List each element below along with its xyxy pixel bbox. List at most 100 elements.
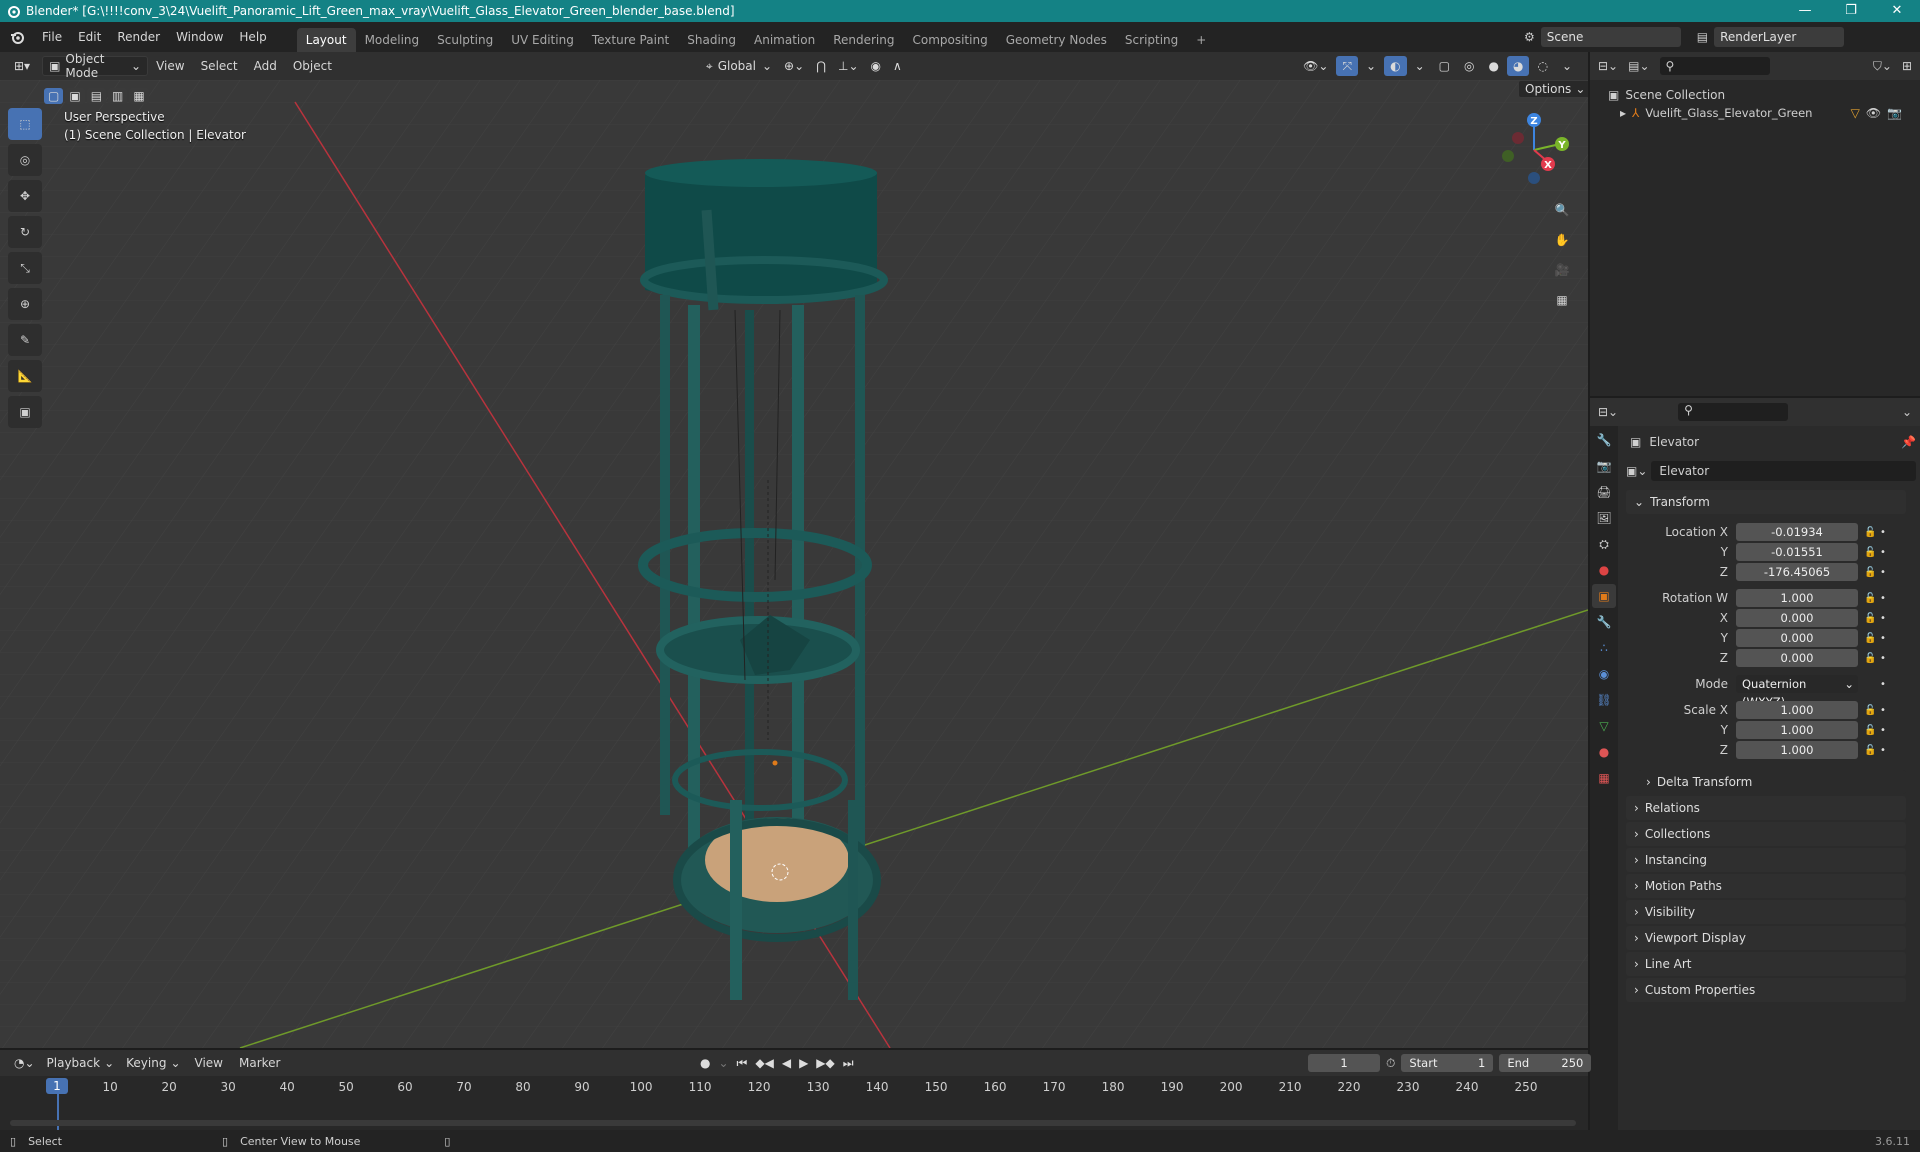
tab-physics[interactable]: ◉ xyxy=(1592,662,1616,686)
playhead[interactable]: 1 xyxy=(46,1078,68,1094)
select-subtract-button[interactable]: ▤ xyxy=(86,88,107,104)
shading-dropdown[interactable]: ⌄ xyxy=(1556,56,1578,76)
gizmo-neg-z-icon[interactable] xyxy=(1528,172,1540,184)
jump-start-icon[interactable]: ⏮ xyxy=(737,1056,748,1071)
keyframe-dot-icon[interactable]: • xyxy=(1880,593,1890,604)
proportional-toggle[interactable]: ◉ xyxy=(865,56,887,76)
gizmo-dropdown[interactable]: ⌄ xyxy=(1360,56,1382,76)
tab-scene[interactable]: ⛭ xyxy=(1592,532,1616,556)
scene-selector[interactable]: Scene xyxy=(1540,27,1681,47)
rotation-mode-dropdown[interactable]: Quaternion (WXYZ) ⌄ xyxy=(1736,675,1858,709)
gizmo-neg-x-icon[interactable] xyxy=(1512,132,1524,144)
tab-texture[interactable]: ▦ xyxy=(1592,766,1616,790)
view-layer-selector[interactable]: RenderLayer xyxy=(1714,27,1845,47)
editor-type-icon[interactable]: ⊟⌄ xyxy=(1598,59,1618,73)
lock-icon[interactable]: 🔓 xyxy=(1864,653,1880,664)
location-y-field[interactable]: -0.01551 xyxy=(1736,543,1858,561)
keyframe-dot-icon[interactable]: • xyxy=(1880,547,1890,558)
outliner-root[interactable]: ▣ Scene Collection xyxy=(1590,80,1920,102)
tab-material[interactable]: ● xyxy=(1592,740,1616,764)
tab-geometry-nodes[interactable]: Geometry Nodes xyxy=(997,28,1116,52)
keyframe-dot-icon[interactable]: • xyxy=(1880,725,1890,736)
3d-viewport[interactable]: ⬚ ◎ ✥ ↻ ⤡ ⊕ ✎ 📐 ▣ ▢ ▣ ▤ ▥ ▦ User Perspec… xyxy=(0,80,1588,1048)
lock-icon[interactable]: 🔓 xyxy=(1864,725,1880,736)
cursor-tool[interactable]: ◎ xyxy=(8,144,42,176)
select-intersect-button[interactable]: ▦ xyxy=(129,88,149,104)
tab-rendering[interactable]: Rendering xyxy=(824,28,903,52)
outliner-item[interactable]: ▸ ⅄ Vuelift_Glass_Elevator_Green ▽ 👁 📷 xyxy=(1590,102,1920,120)
menu-file[interactable]: File xyxy=(34,22,70,52)
viewport-menu-add[interactable]: Add xyxy=(246,51,285,81)
keyframe-dot-icon[interactable]: • xyxy=(1880,527,1890,538)
blender-menu-icon[interactable] xyxy=(0,29,34,45)
line-art-panel-header[interactable]: › Line Art xyxy=(1626,952,1906,976)
keyframe-dot-icon[interactable]: • xyxy=(1880,679,1890,690)
tab-texture-paint[interactable]: Texture Paint xyxy=(583,28,678,52)
rotation-z-field[interactable]: 0.000 xyxy=(1736,649,1858,667)
prev-keyframe-icon[interactable]: ◆◀ xyxy=(755,1056,773,1070)
object-name-field[interactable]: Elevator xyxy=(1651,461,1916,481)
rendered-shading[interactable]: ◌ xyxy=(1531,56,1553,76)
menu-edit[interactable]: Edit xyxy=(70,22,109,52)
lock-icon[interactable]: 🔓 xyxy=(1864,745,1880,756)
lock-icon[interactable]: 🔓 xyxy=(1864,547,1880,558)
snap-toggle[interactable]: ⋂ xyxy=(810,56,832,76)
tab-tool[interactable]: 🔧 xyxy=(1592,428,1616,452)
wireframe-shading[interactable]: ◎ xyxy=(1458,56,1480,76)
tab-uv-editing[interactable]: UV Editing xyxy=(502,28,583,52)
pan-button[interactable]: ✋ xyxy=(1548,226,1576,254)
tab-modeling[interactable]: Modeling xyxy=(356,28,429,52)
rotation-x-field[interactable]: 0.000 xyxy=(1736,609,1858,627)
tab-scripting[interactable]: Scripting xyxy=(1116,28,1187,52)
timeline-menu-view[interactable]: View xyxy=(187,1048,231,1078)
timeline-menu-marker[interactable]: Marker xyxy=(231,1048,288,1078)
tab-compositing[interactable]: Compositing xyxy=(903,28,996,52)
rotate-tool[interactable]: ↻ xyxy=(8,216,42,248)
instancing-panel-header[interactable]: › Instancing xyxy=(1626,848,1906,872)
lock-icon[interactable]: 🔓 xyxy=(1864,527,1880,538)
new-collection-icon[interactable]: ⊞ xyxy=(1902,59,1912,73)
tab-object[interactable]: ▣ xyxy=(1592,584,1616,608)
select-new-button[interactable]: ▢ xyxy=(44,88,64,104)
camera-render-icon[interactable]: 📷 xyxy=(1887,106,1902,120)
stopwatch-icon[interactable]: ⏱ xyxy=(1386,1056,1395,1071)
keyframe-dot-icon[interactable]: • xyxy=(1880,705,1890,716)
timeline-editor-type[interactable]: ◔⌄ xyxy=(8,1053,41,1073)
navigation-gizmo[interactable]: Z Y X xyxy=(1496,110,1576,190)
camera-view-button[interactable]: 🎥 xyxy=(1548,256,1576,284)
tab-layout[interactable]: Layout xyxy=(296,28,356,52)
tab-constraints[interactable]: ⛓ xyxy=(1592,688,1616,712)
expand-arrow-icon[interactable]: ▸ xyxy=(1620,106,1626,120)
orientation-dropdown[interactable]: ⌖ Global ⌄ xyxy=(700,56,778,76)
filter-icon[interactable]: ⛉⌄ xyxy=(1873,59,1892,74)
keyframe-dot-icon[interactable]: • xyxy=(1880,653,1890,664)
transform-tool[interactable]: ⊕ xyxy=(8,288,42,320)
play-icon[interactable]: ▶ xyxy=(799,1056,808,1070)
select-box-tool[interactable]: ⬚ xyxy=(8,108,42,140)
custom-properties-panel-header[interactable]: › Custom Properties xyxy=(1626,978,1906,1002)
pin-icon[interactable]: 📌 xyxy=(1901,435,1916,449)
timeline-scrollbar[interactable] xyxy=(10,1120,1576,1126)
select-invert-button[interactable]: ▥ xyxy=(108,88,128,104)
tab-sculpting[interactable]: Sculpting xyxy=(428,28,502,52)
tab-animation[interactable]: Animation xyxy=(745,28,824,52)
gizmo-toggle[interactable]: ⤧ xyxy=(1336,56,1359,76)
close-button[interactable]: ✕ xyxy=(1874,0,1920,22)
add-workspace-button[interactable]: + xyxy=(1187,28,1215,52)
jump-end-icon[interactable]: ⏭ xyxy=(843,1056,854,1071)
tab-output[interactable]: 🖨 xyxy=(1592,480,1616,504)
tab-particles[interactable]: ∴ xyxy=(1592,636,1616,660)
playback-menu[interactable]: Playback ⌄ xyxy=(41,1053,121,1073)
chevron-down-icon[interactable]: ⌄ xyxy=(718,1056,728,1070)
menu-render[interactable]: Render xyxy=(109,22,168,52)
scale-x-field[interactable]: 1.000 xyxy=(1736,701,1858,719)
end-frame-field[interactable]: End 250 xyxy=(1499,1054,1592,1072)
add-cube-tool[interactable]: ▣ xyxy=(8,396,42,428)
tab-shading[interactable]: Shading xyxy=(678,28,745,52)
annotate-tool[interactable]: ✎ xyxy=(8,324,42,356)
eye-icon[interactable]: 👁 xyxy=(1866,106,1881,120)
overlay-dropdown[interactable]: ⌄ xyxy=(1409,56,1431,76)
location-z-field[interactable]: -176.45065 xyxy=(1736,563,1858,581)
motion-paths-panel-header[interactable]: › Motion Paths xyxy=(1626,874,1906,898)
xray-toggle[interactable]: ▢ xyxy=(1433,56,1456,76)
